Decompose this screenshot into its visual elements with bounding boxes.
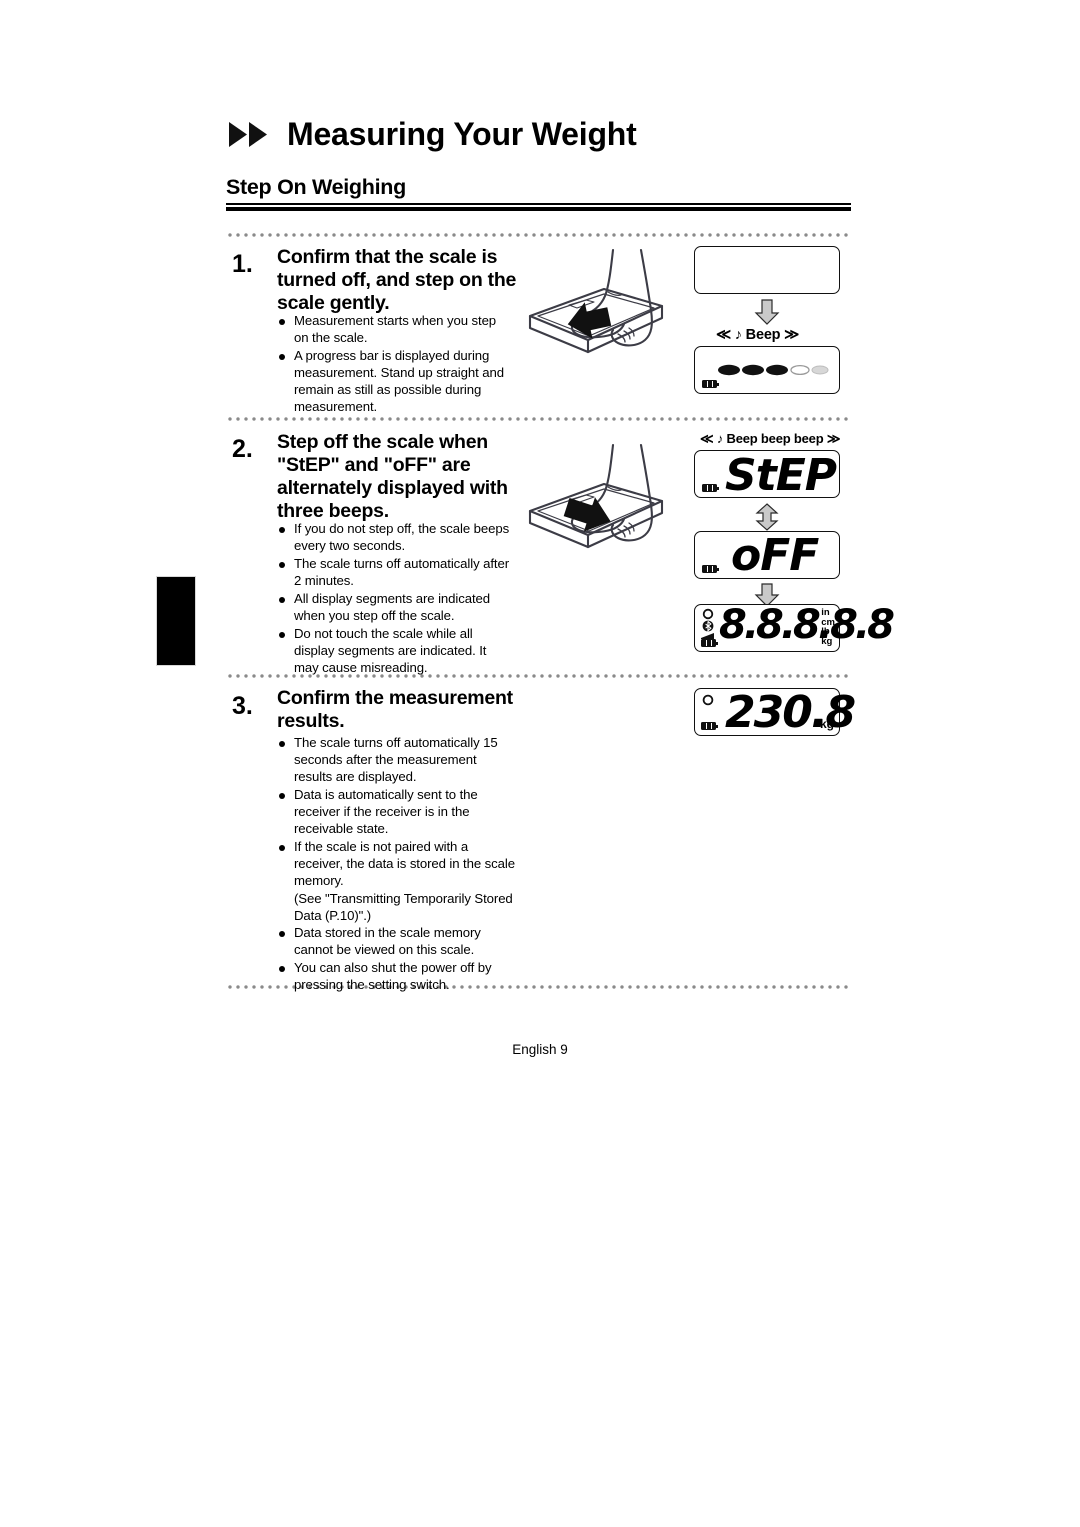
step-1-number: 1. [232,250,253,278]
list-item: If you do not step off, the scale beeps … [277,521,513,555]
list-item: The scale turns off automatically after … [277,556,513,590]
step-1-bullets: Measurement starts when you step on the … [277,313,513,417]
list-item: You can also shut the power off by press… [277,960,517,994]
list-item: All display segments are indicated when … [277,591,513,625]
illustration-step-on-scale [512,248,684,413]
list-item-note: (See "Transmitting Temporarily Stored Da… [294,890,513,923]
list-item: Data stored in the scale memory cannot b… [277,925,517,959]
section-heading: Step On Weighing [226,175,406,199]
result-display: 230.8 kg [694,687,856,738]
list-item: A progress bar is displayed during measu… [277,348,513,416]
list-item: Do not touch the scale while all display… [277,626,513,677]
step-3-bullets: The scale turns off automatically 15 sec… [277,735,517,995]
down-arrow-icon [754,299,780,330]
step-3-heading: Confirm the measurement results. [277,687,513,732]
separator-step1-step2 [226,417,850,421]
result-value: 230.8 [725,687,856,738]
all-segments-value: 8.8.8.8.8 [719,602,895,648]
list-item: If the scale is not paired with a receiv… [277,839,517,890]
section-rule [226,203,851,211]
off-display: oFF [694,530,840,581]
step-display: StEP [694,450,840,501]
bluetooth-icon [702,620,714,633]
battery-icon [702,484,719,492]
step-2-number: 2. [232,435,253,463]
step-2-bullets: If you do not step off, the scale beeps … [277,521,513,678]
list-item: Measurement starts when you step on the … [277,313,513,347]
step-3-number: 3. [232,692,253,720]
beep-caption-2: ≪ ♪ Beep beep beep ≫ [700,431,841,446]
step-display-value: StEP [725,450,837,501]
battery-icon [701,639,718,647]
all-segments-display: 8.8.8.8.8 in cm lb kg [694,602,895,652]
page-footer: English 9 [512,1042,568,1057]
list-item: Data is automatically sent to the receiv… [277,787,517,838]
beep-caption-1: ≪ ♪ Beep ≫ [716,327,800,343]
unit-labels: in cm lb kg [821,608,835,647]
illustration-step-off-scale [512,443,684,608]
battery-icon [701,722,718,730]
off-display-value: oFF [731,530,819,581]
battery-icon [702,565,719,573]
step-1-heading: Confirm that the scale is turned off, an… [277,246,517,314]
circle-icon [702,694,714,706]
battery-icon [702,380,719,388]
thumb-index-tab [156,576,196,666]
double-arrow-icon [228,121,270,148]
unit-kg: kg [821,636,833,648]
blank-display [694,246,840,294]
list-item: The scale turns off automatically 15 sec… [277,735,517,786]
page-title-row: Measuring Your Weight [228,118,637,150]
separator-top [226,233,850,237]
progress-bar-display [694,346,840,394]
progress-segments [718,364,829,376]
page-title: Measuring Your Weight [287,116,637,152]
unit-kg: kg [819,716,834,731]
step-2-heading: Step off the scale when "StEP" and "oFF"… [277,431,508,522]
manual-page: Measuring Your Weight Step On Weighing 1… [0,0,1080,1527]
